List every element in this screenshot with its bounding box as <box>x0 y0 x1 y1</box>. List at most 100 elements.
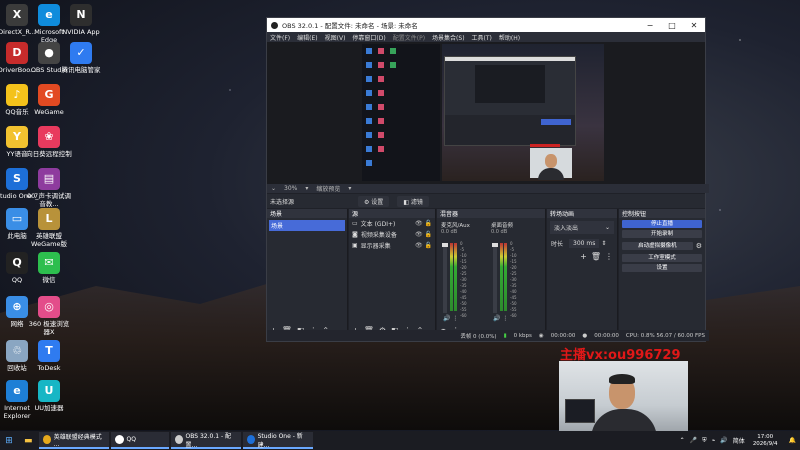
chevron-up-icon[interactable]: ⌃ <box>680 437 685 444</box>
menu-item[interactable]: 停靠窗口(D) <box>352 33 385 42</box>
source-item[interactable]: ▣ 显示器采集 👁 🔓 <box>349 240 435 251</box>
start-recording-button[interactable]: 开始录制 <box>622 230 702 238</box>
desktop-shortcut[interactable]: L 英雄联盟WeGame版 <box>26 208 72 248</box>
speaker-icon[interactable]: 🔊 <box>493 315 502 322</box>
league-icon: L <box>38 208 60 230</box>
maximize-icon[interactable]: □ <box>661 21 683 30</box>
preview-canvas[interactable] <box>267 42 705 184</box>
desktop-shortcut[interactable]: ◎ 360 极速浏览器X <box>26 296 72 336</box>
desktop-shortcut[interactable]: T ToDesk <box>26 340 72 372</box>
security-icon[interactable]: ⛨ <box>702 437 707 445</box>
source-item[interactable]: ▭ 文本 (GDI+) 👁 🔓 <box>349 218 435 229</box>
trash-icon[interactable]: 🗑 <box>591 252 601 261</box>
fader-knob[interactable] <box>492 243 498 247</box>
duration-label: 时长 <box>551 241 564 248</box>
studio-mode-button[interactable]: 工作室模式 <box>622 254 702 262</box>
start-virtual-camera-button[interactable]: 启动虚拟摄像机 <box>622 242 693 250</box>
duration-row: 时长 300 ms ⇕ <box>547 237 617 250</box>
channel-volume-db: 0.0 dB <box>441 229 458 235</box>
ie-icon: e <box>6 380 28 402</box>
volume-fader[interactable] <box>442 243 448 313</box>
menu-item[interactable]: 编辑(E) <box>297 33 317 42</box>
windows-start-icon[interactable]: ⊞ <box>0 436 18 446</box>
desktop-shortcut[interactable]: ✓ 腾讯电脑管家 <box>58 42 104 74</box>
this-pc-icon: ▭ <box>6 208 28 230</box>
filter-icon: ◧ <box>403 198 411 206</box>
uu-icon: U <box>38 380 60 402</box>
menu-item[interactable]: 场景集合(S) <box>432 33 465 42</box>
chrome-icon <box>42 435 51 444</box>
volume-fader[interactable] <box>492 243 498 313</box>
duration-input[interactable]: 300 ms <box>569 239 600 248</box>
scenes-dock: 场景 场景 +🗑◧⋮⌃⌄ <box>267 209 348 335</box>
network-icon[interactable]: ⌁ <box>712 437 716 444</box>
language-indicator[interactable]: 简体 <box>733 436 745 445</box>
background-monitor <box>565 399 595 423</box>
zoom-dropdown-icon[interactable]: ▾ <box>305 185 308 192</box>
obs-icon: ● <box>38 42 60 64</box>
audio-level-meter <box>504 243 507 311</box>
clock-time: 17:00 <box>757 433 774 440</box>
transitions-title: 转场动画 <box>550 211 575 218</box>
microphone-icon[interactable]: 🎤 <box>690 437 697 444</box>
scenes-title: 场景 <box>270 211 283 218</box>
desktop-shortcut[interactable]: ▤ 00_声卡调试调音教... <box>26 168 72 208</box>
eye-icon[interactable]: 👁 🔓 <box>415 220 432 227</box>
menu-item[interactable]: 配置文件(P) <box>393 33 425 42</box>
taskbar-app[interactable]: Studio One - 新建... <box>242 432 313 449</box>
more-icon[interactable]: ⋮ <box>605 252 613 261</box>
wechat-icon: ✉ <box>38 252 60 274</box>
settings-button[interactable]: 设置 <box>622 264 702 272</box>
preview-zoom-bar: ⌄ 30% ▾ 缩放预览 ▾ <box>267 184 709 193</box>
qq-icon: Q <box>6 252 28 274</box>
eye-icon[interactable]: 👁 🔓 <box>415 231 432 238</box>
speaker-icon[interactable]: 🔊 <box>720 437 727 444</box>
sources-title: 源 <box>352 211 359 218</box>
menu-item[interactable]: 文件(F) <box>270 33 290 42</box>
scale-mode[interactable]: 缩放预览 <box>316 184 340 193</box>
channel-name: 桌面音频 <box>491 223 514 229</box>
desktop-shortcut[interactable]: ❀ 向日葵远程控制 <box>26 126 72 158</box>
transition-select[interactable]: 淡入淡出 ⌄ <box>550 221 614 234</box>
network-icon: ▮ <box>503 332 507 339</box>
menu-item[interactable]: 工具(T) <box>472 33 492 42</box>
eye-icon[interactable]: 👁 🔓 <box>415 242 432 249</box>
taskbar: ⊞ ▬ 英雄联盟经典模式 ... QQ OBS 32.0.1 - 配置... Stud… <box>0 431 800 450</box>
desktop-shortcut[interactable]: G WeGame <box>26 84 72 116</box>
more-icon[interactable]: ⋮ <box>502 315 508 322</box>
taskbar-app[interactable]: QQ <box>110 432 169 449</box>
close-icon[interactable]: ✕ <box>683 21 705 30</box>
stepper-icon[interactable]: ⇕ <box>601 240 606 247</box>
more-icon[interactable]: ⋮ <box>452 315 458 322</box>
mixer-title: 混音器 <box>440 211 459 218</box>
collapse-arrow-icon[interactable]: ⌄ <box>271 185 276 192</box>
menu-item[interactable]: 视图(V) <box>325 33 346 42</box>
desktop-shortcut[interactable]: N NVIDIA App <box>58 4 104 36</box>
taskbar-app-label: 英雄联盟经典模式 ... <box>53 433 102 448</box>
notification-icon[interactable]: 🔔 <box>789 437 796 444</box>
record-time: 00:00:00 <box>594 332 619 339</box>
mode-dropdown-icon[interactable]: ▾ <box>348 185 351 192</box>
desktop-shortcut[interactable]: ✉ 微信 <box>26 252 72 284</box>
record-icon: ● <box>582 332 588 339</box>
minimize-icon[interactable]: − <box>639 21 661 30</box>
webcam-overlay <box>559 361 688 435</box>
source-item[interactable]: ◙ 视频采集设备 👁 🔓 <box>349 229 435 240</box>
fader-knob[interactable] <box>442 243 448 247</box>
taskbar-app[interactable]: 英雄联盟经典模式 ... <box>38 432 109 449</box>
taskbar-app[interactable]: OBS 32.0.1 - 配置... <box>170 432 241 449</box>
filters-button[interactable]: ◧ 滤镜 <box>397 195 429 207</box>
obs-titlebar[interactable]: OBS 32.0.1 - 配置文件: 未命名 - 场景: 未命名 − □ ✕ <box>267 18 705 32</box>
stop-streaming-button[interactable]: 停止直播 <box>622 220 702 228</box>
scene-item[interactable]: 场景 <box>269 220 345 231</box>
properties-button[interactable]: ⚙ 设置 <box>358 195 390 207</box>
speaker-icon[interactable]: 🔊 <box>443 315 452 322</box>
gear-icon[interactable]: ⚙ <box>696 242 702 250</box>
desktop-shortcut[interactable]: U UU加速器 <box>26 380 72 412</box>
add-icon[interactable]: + <box>580 252 587 261</box>
zoom-level[interactable]: 30% <box>284 185 297 192</box>
menu-item[interactable]: 帮助(H) <box>499 33 520 42</box>
file-explorer-icon[interactable]: ▬ <box>24 436 33 446</box>
clock[interactable]: 17:00 2026/9/4 <box>753 434 778 448</box>
filters-label: 滤镜 <box>410 198 423 206</box>
